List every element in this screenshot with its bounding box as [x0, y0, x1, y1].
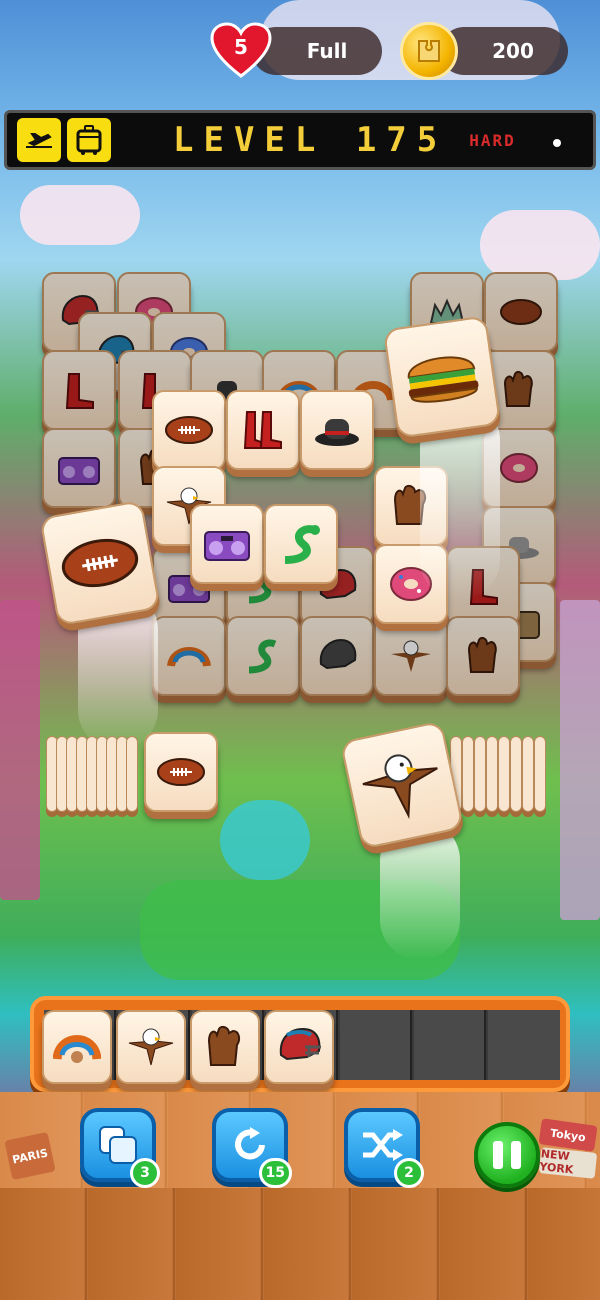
tile-boots[interactable]: [42, 350, 116, 430]
tile-eagle[interactable]: [339, 720, 465, 850]
paris-tag-label: PARIS: [11, 1145, 49, 1167]
building: [0, 600, 40, 900]
tray-slot-empty: [488, 1010, 560, 1080]
stack-edge: [126, 736, 138, 812]
wooden-floor-front: [0, 1188, 600, 1300]
stack-edge: [462, 736, 474, 812]
tray-tile-baseball-glove: [190, 1010, 260, 1084]
shuffle-icon: [363, 1129, 403, 1161]
difficulty-label: HARD: [469, 130, 516, 150]
lives-count: 5: [234, 35, 248, 59]
shuffle-count-badge: 2: [394, 1158, 424, 1188]
tray-slot-empty: [340, 1010, 412, 1080]
stack-edge: [534, 736, 546, 812]
tray-tile-eagle: [116, 1010, 186, 1084]
level-label: LEVEL 175: [173, 120, 448, 160]
undo-count-badge: 3: [130, 1158, 160, 1188]
tile-boots[interactable]: [226, 390, 300, 470]
copy-tiles-icon: [99, 1126, 137, 1164]
stack-edge: [510, 736, 522, 812]
level-bar: LEVEL 175 HARD: [4, 110, 596, 170]
pause-button[interactable]: [474, 1122, 540, 1188]
undo-button[interactable]: 3: [80, 1108, 160, 1188]
stack-edge: [498, 736, 510, 812]
tile-burger[interactable]: [382, 315, 502, 439]
building: [560, 600, 600, 920]
indicator-dot: [553, 139, 561, 147]
tray-tile-headdress: [42, 1010, 112, 1084]
tokyo-tag-label: Tokyo: [549, 1126, 587, 1144]
rotate-button[interactable]: 15: [212, 1108, 292, 1188]
pause-icon: [511, 1141, 521, 1169]
tile-football[interactable]: [484, 272, 558, 352]
coins-count: 200: [492, 39, 534, 63]
coins-pill[interactable]: 200: [440, 27, 568, 75]
tile-football-helmet[interactable]: [300, 616, 374, 696]
tile-football[interactable]: [152, 390, 226, 470]
shuffle-button[interactable]: 2: [344, 1108, 424, 1188]
stack-edge: [474, 736, 486, 812]
tile-football[interactable]: [39, 499, 161, 627]
tray-slot-empty: [414, 1010, 486, 1080]
tile-football[interactable]: [144, 732, 218, 812]
pause-icon: [493, 1141, 503, 1169]
airplane-icon[interactable]: [17, 118, 61, 162]
tile-eagle[interactable]: [374, 616, 448, 696]
tile-radio[interactable]: [42, 428, 116, 508]
tile-radio[interactable]: [190, 504, 264, 584]
tray-tile-football-helmet: [264, 1010, 334, 1084]
lake: [220, 800, 310, 880]
tile-headdress[interactable]: [152, 616, 226, 696]
coin-icon: [400, 22, 458, 80]
cloud: [480, 210, 600, 280]
tile-snake[interactable]: [264, 504, 338, 584]
tile-cowboy-hat[interactable]: [300, 390, 374, 470]
stack-edge: [522, 736, 534, 812]
rotate-count-badge: 15: [258, 1158, 292, 1188]
tile-snake[interactable]: [226, 616, 300, 696]
heart-icon[interactable]: 5: [210, 22, 272, 78]
tile-baseball-glove[interactable]: [446, 616, 520, 696]
cloud: [20, 185, 140, 245]
stack-edge: [486, 736, 498, 812]
lives-status-label: Full: [306, 39, 348, 63]
luggage-icon[interactable]: [67, 118, 111, 162]
